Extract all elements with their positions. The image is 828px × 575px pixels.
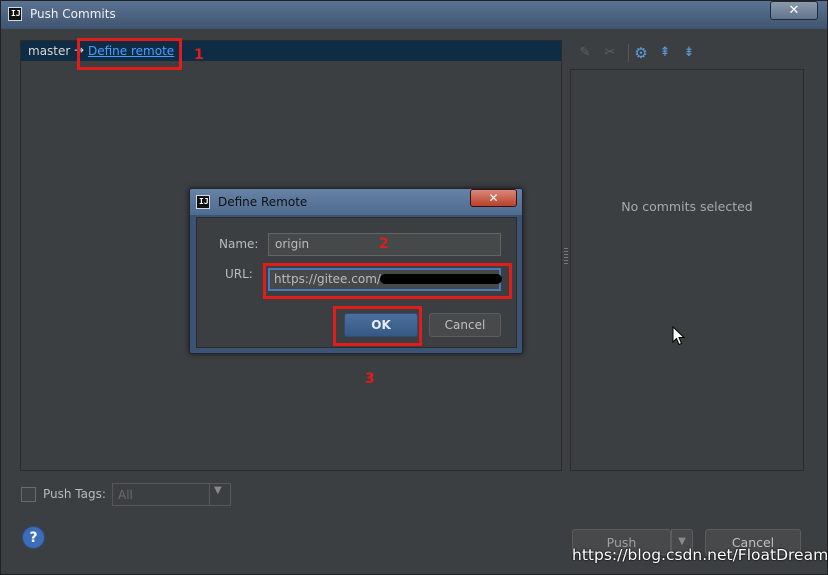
expand-all-icon[interactable]: ⇞ [656, 44, 674, 62]
help-button[interactable]: ? [22, 526, 45, 549]
watermark-text: https://blog.csdn.net/FloatDreamed [572, 546, 828, 564]
url-label: URL: [225, 267, 253, 281]
branch-name: master [28, 44, 71, 58]
intellij-app-icon: IJ [8, 7, 22, 21]
remote-name-value[interactable]: origin [275, 237, 309, 251]
dialog-cancel-button[interactable]: Cancel [429, 313, 501, 337]
intellij-dialog-icon: IJ [196, 195, 210, 209]
splitter-handle[interactable] [564, 248, 568, 264]
annotation-number-2: 2 [379, 236, 389, 252]
name-label: Name: [219, 237, 259, 251]
gear-icon[interactable]: ⚙ [632, 44, 650, 62]
chevron-down-icon[interactable]: ▼ [214, 485, 222, 496]
no-commits-text: No commits selected [621, 199, 753, 214]
dialog-title: Define Remote [218, 195, 308, 209]
tags-select-divider [209, 484, 210, 505]
push-tags-checkbox[interactable] [21, 487, 36, 502]
annotation-box-3 [333, 306, 422, 346]
collapse-all-icon[interactable]: ⇟ [680, 44, 698, 62]
annotation-box-1 [77, 38, 182, 70]
window-close-button[interactable]: ✕ [770, 1, 818, 20]
pin-icon[interactable]: ✎ [576, 44, 594, 62]
tags-select-value: All [118, 488, 133, 502]
window-titlebar[interactable] [0, 0, 828, 28]
dialog-close-button[interactable]: ✕ [470, 189, 517, 207]
push-tags-label[interactable]: Push Tags: [43, 487, 106, 501]
annotation-number-3: 3 [365, 371, 375, 387]
annotation-number-1: 1 [194, 47, 204, 63]
edit-icon[interactable]: ✂ [601, 44, 619, 62]
toolbar-separator [628, 44, 629, 62]
window-title: Push Commits [30, 7, 116, 21]
annotation-box-2 [263, 263, 512, 299]
commit-details-panel [570, 69, 804, 471]
mouse-cursor-icon [672, 326, 686, 346]
